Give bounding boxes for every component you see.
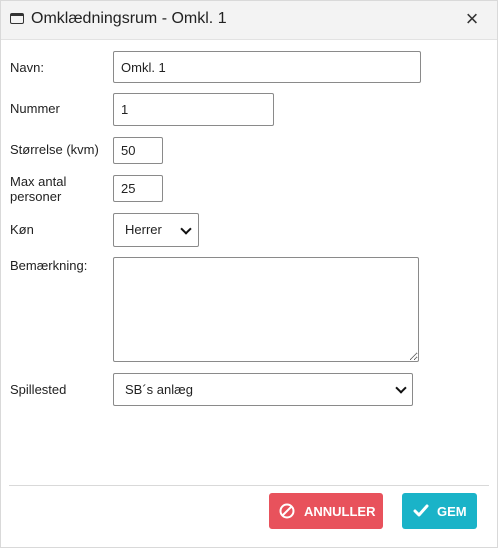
chevron-down-icon <box>395 382 407 394</box>
cancel-button[interactable]: ANNULLER <box>269 493 383 529</box>
cancel-icon <box>279 503 295 519</box>
footer-divider <box>9 485 489 486</box>
number-input[interactable] <box>113 93 274 126</box>
checkmark-icon <box>413 504 429 517</box>
max-persons-label-line1: Max antal <box>10 174 67 189</box>
dialog-titlebar: Omklædningsrum - Omkl. 1 × <box>1 1 497 40</box>
dialog: Omklædningsrum - Omkl. 1 × Navn: Nummer … <box>0 0 498 548</box>
name-input[interactable] <box>113 51 421 83</box>
close-icon[interactable]: × <box>461 7 483 31</box>
dialog-title: Omklædningsrum - Omkl. 1 <box>31 10 227 27</box>
venue-label: Spillested <box>10 382 67 397</box>
cancel-button-label: ANNULLER <box>304 504 376 519</box>
remark-textarea[interactable] <box>113 257 419 362</box>
venue-select[interactable]: SB´s anlæg <box>113 373 413 406</box>
name-label: Navn: <box>10 60 44 75</box>
venue-selected-value: SB´s anlæg <box>125 382 193 397</box>
max-persons-label-line2: personer <box>10 189 62 204</box>
chevron-down-icon <box>180 223 192 235</box>
size-input[interactable] <box>113 137 163 164</box>
size-label: Størrelse (kvm) <box>10 142 99 157</box>
save-button-label: GEM <box>437 504 467 519</box>
window-icon <box>10 13 24 24</box>
gender-select[interactable]: Herrer <box>113 213 199 247</box>
number-label: Nummer <box>10 101 60 116</box>
remark-label: Bemærkning: <box>10 258 88 273</box>
save-button[interactable]: GEM <box>402 493 477 529</box>
gender-label: Køn <box>10 222 34 237</box>
gender-selected-value: Herrer <box>125 222 162 237</box>
max-persons-input[interactable] <box>113 175 163 202</box>
